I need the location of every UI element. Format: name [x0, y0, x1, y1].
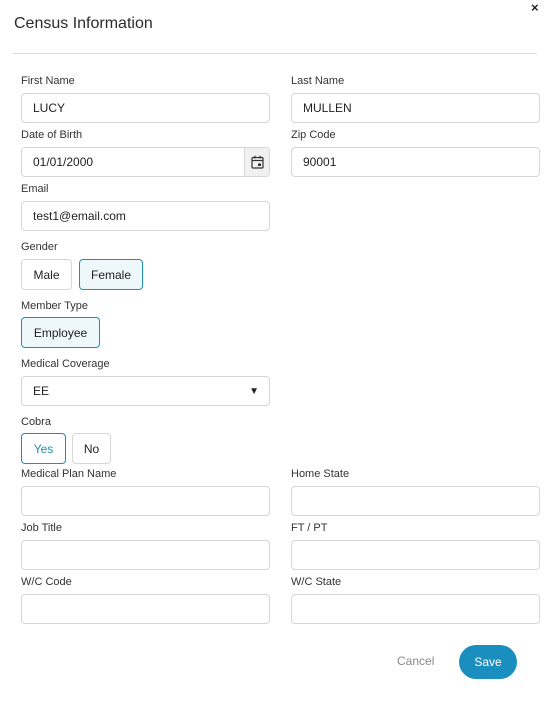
zip-code-label: Zip Code — [291, 129, 336, 141]
medical-coverage-select[interactable]: EE ▼ — [21, 376, 270, 406]
medical-coverage-value: EE — [33, 384, 50, 398]
wc-state-field[interactable] — [291, 594, 540, 624]
wc-code-field[interactable] — [21, 594, 270, 624]
medical-plan-name-field[interactable] — [21, 486, 270, 516]
job-title-label: Job Title — [21, 522, 62, 534]
census-dialog: Census Information × First Name LUCY Las… — [0, 0, 550, 716]
first-name-label: First Name — [21, 75, 75, 87]
cobra-yes-button[interactable]: Yes — [21, 433, 66, 464]
dob-value: 01/01/2000 — [33, 155, 94, 169]
header-divider — [13, 53, 537, 54]
wc-state-label: W/C State — [291, 576, 342, 588]
gender-female-button[interactable]: Female — [79, 259, 143, 290]
member-type-employee-button[interactable]: Employee — [21, 317, 100, 348]
cobra-label: Cobra — [21, 416, 51, 428]
job-title-field[interactable] — [21, 540, 270, 570]
save-button[interactable]: Save — [459, 645, 517, 679]
chevron-down-icon: ▼ — [249, 386, 259, 397]
member-type-label: Member Type — [21, 300, 89, 312]
email-label: Email — [21, 183, 49, 195]
home-state-label: Home State — [291, 468, 350, 480]
dialog-title: Census Information — [14, 15, 153, 32]
cancel-button[interactable]: Cancel — [397, 654, 434, 668]
medical-coverage-label: Medical Coverage — [21, 358, 110, 370]
gender-male-button[interactable]: Male — [21, 259, 72, 290]
gender-label: Gender — [21, 241, 58, 253]
dob-label: Date of Birth — [21, 129, 83, 141]
ft-pt-label: FT / PT — [291, 522, 328, 534]
wc-code-label: W/C Code — [21, 576, 72, 588]
email-field[interactable]: test1@email.com — [21, 201, 270, 231]
last-name-label: Last Name — [291, 75, 345, 87]
ft-pt-field[interactable] — [291, 540, 540, 570]
dob-field[interactable]: 01/01/2000 — [21, 147, 270, 177]
home-state-field[interactable] — [291, 486, 540, 516]
calendar-icon[interactable] — [244, 148, 269, 176]
medical-plan-name-label: Medical Plan Name — [21, 468, 117, 480]
close-icon[interactable]: × — [531, 1, 539, 15]
cobra-no-button[interactable]: No — [72, 433, 111, 464]
zip-code-field[interactable]: 90001 — [291, 147, 540, 177]
last-name-field[interactable]: MULLEN — [291, 93, 540, 123]
first-name-field[interactable]: LUCY — [21, 93, 270, 123]
